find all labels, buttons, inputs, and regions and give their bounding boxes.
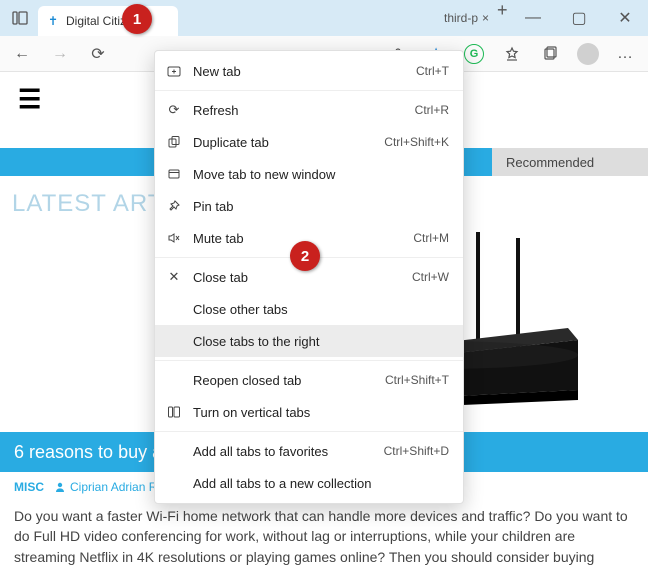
background-tab[interactable]: third-p × — [444, 0, 489, 36]
window-maximize-button[interactable]: ▢ — [556, 0, 602, 36]
forward-button[interactable]: → — [46, 40, 74, 68]
back-button[interactable]: ← — [8, 40, 36, 68]
new-tab-button[interactable]: + — [497, 0, 508, 36]
refresh-icon: ⟳ — [165, 102, 183, 118]
recommended-pill[interactable]: Recommended — [488, 148, 648, 176]
window-icon — [165, 167, 183, 181]
title-bar: ✝ Digital Citize third-p × + — ▢ ✕ — [0, 0, 648, 36]
step-badge-2: 2 — [290, 241, 320, 271]
menu-move-window[interactable]: Move tab to new window — [155, 158, 463, 190]
article-body: Do you want a faster Wi-Fi home network … — [14, 506, 634, 567]
step-badge-1: 1 — [122, 4, 152, 34]
menu-close-other[interactable]: Close other tabs — [155, 293, 463, 325]
menu-close-right[interactable]: Close tabs to the right — [155, 325, 463, 357]
app-menu-button[interactable]: … — [612, 40, 640, 68]
menu-duplicate[interactable]: Duplicate tabCtrl+Shift+K — [155, 126, 463, 158]
menu-new-tab[interactable]: New tabCtrl+T — [155, 55, 463, 87]
menu-add-collection[interactable]: Add all tabs to a new collection — [155, 467, 463, 499]
duplicate-icon — [165, 135, 183, 149]
person-icon — [54, 481, 66, 493]
menu-pin[interactable]: Pin tab — [155, 190, 463, 222]
tab-context-menu: New tabCtrl+T ⟳ RefreshCtrl+R Duplicate … — [154, 50, 464, 504]
new-tab-icon — [165, 64, 183, 78]
reload-button[interactable]: ⟳ — [84, 40, 112, 68]
hamburger-menu-icon[interactable]: ☰ — [18, 84, 41, 115]
active-tab[interactable]: ✝ Digital Citize — [38, 6, 178, 36]
favorites-bar-icon[interactable] — [498, 40, 526, 68]
close-tab-icon[interactable]: × — [482, 11, 489, 25]
mute-icon — [165, 231, 183, 245]
menu-refresh[interactable]: ⟳ RefreshCtrl+R — [155, 94, 463, 126]
profile-button[interactable] — [574, 40, 602, 68]
menu-reopen[interactable]: Reopen closed tabCtrl+Shift+T — [155, 364, 463, 396]
window-minimize-button[interactable]: — — [510, 0, 556, 36]
window-close-button[interactable]: ✕ — [602, 0, 648, 36]
menu-add-favorites[interactable]: Add all tabs to favoritesCtrl+Shift+D — [155, 435, 463, 467]
collections-icon[interactable] — [536, 40, 564, 68]
category-label[interactable]: MISC — [14, 480, 44, 494]
vertical-tabs-icon[interactable] — [6, 4, 34, 32]
close-icon: ✕ — [165, 269, 183, 285]
bg-tab-title: third-p — [444, 11, 478, 25]
avatar-icon — [577, 43, 599, 65]
site-favicon-icon: ✝ — [46, 14, 60, 28]
pin-icon — [165, 199, 183, 213]
grammarly-icon[interactable]: G — [460, 40, 488, 68]
menu-vertical-tabs[interactable]: Turn on vertical tabs — [155, 396, 463, 428]
vertical-tabs-menu-icon — [165, 405, 183, 419]
